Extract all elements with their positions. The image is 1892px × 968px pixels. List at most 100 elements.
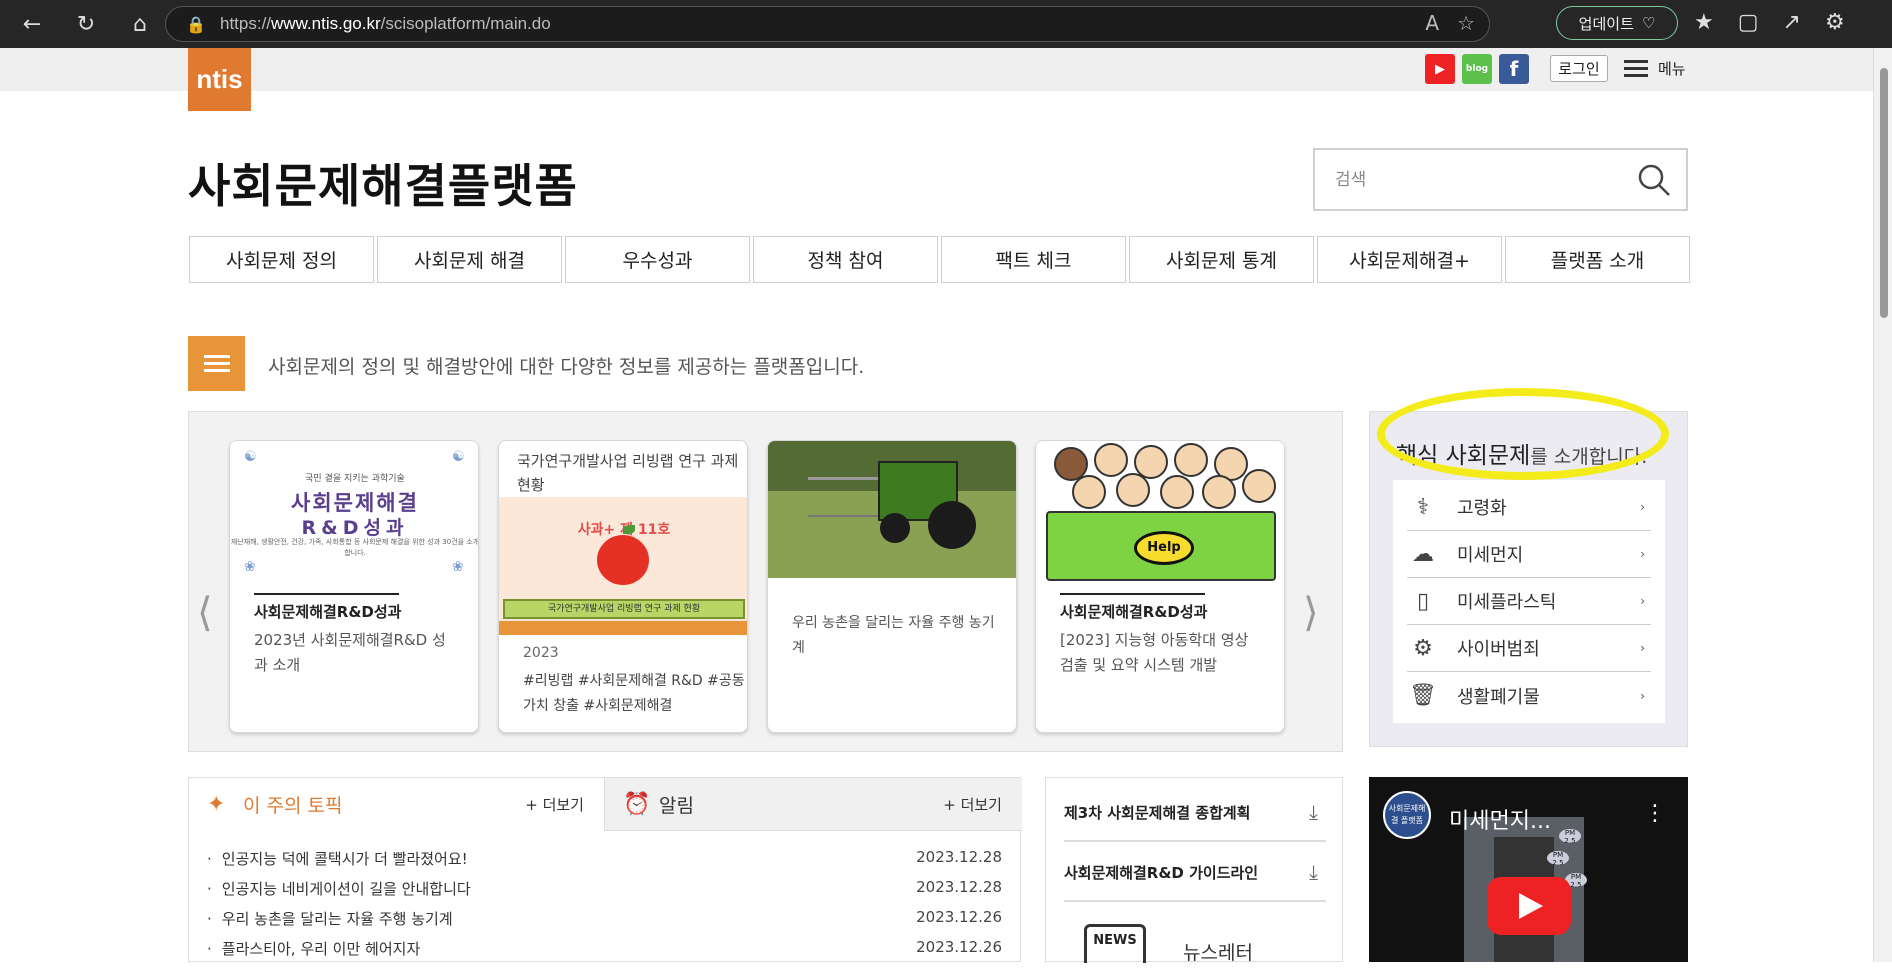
home-icon[interactable]: ⌂ (120, 4, 160, 44)
facebook-icon[interactable]: f (1499, 54, 1529, 84)
card-divider (1060, 593, 1205, 595)
tab-topics[interactable]: ✦ 이 주의 토픽 + 더보기 (189, 778, 604, 831)
play-button[interactable] (1487, 877, 1571, 935)
nav-item-factcheck[interactable]: 팩트 체크 (941, 236, 1126, 283)
menu-label: 메뉴 (1658, 60, 1686, 78)
update-button[interactable]: 업데이트 ♡ (1556, 6, 1678, 40)
pm-badge: PM 2.5 (1547, 851, 1569, 867)
youtube-icon[interactable]: ▶ (1425, 54, 1455, 84)
pm-badge: PM 2.5 (1559, 829, 1581, 845)
channel-avatar[interactable]: 사회문제해결 플랫폼 (1383, 791, 1431, 839)
chevron-right-icon[interactable]: ⟩ (1303, 590, 1319, 636)
menu-button[interactable]: 메뉴 (1624, 56, 1686, 81)
documents-panel: 제3차 사회문제해결 종합계획 ⤓ 사회문제해결R&D 가이드라인 ⤓ NEWS… (1045, 777, 1343, 965)
favorites-icon[interactable]: ★ (1694, 10, 1714, 35)
card-heading: 국가연구개발사업 리빙랩 연구 과제 현황 (517, 452, 739, 494)
sparkle-icon: ✦ (207, 792, 226, 817)
video-title[interactable]: 미세먼지... (1449, 803, 1551, 835)
more-vert-icon[interactable]: ⋮ (1644, 801, 1666, 826)
elderly-icon: ⚕ (1417, 494, 1429, 520)
list-item[interactable]: · 플라스티아, 우리 이만 헤어지자 2023.12.26 (207, 938, 1002, 968)
main-nav: 사회문제 정의 사회문제 해결 우수성과 정책 참여 팩트 체크 사회문제 통계… (189, 236, 1690, 283)
blog-icon[interactable]: blog (1462, 54, 1492, 84)
search-box[interactable] (1313, 148, 1688, 211)
dust-icon: ☁ (1412, 541, 1434, 567)
lock-icon[interactable]: 🔒 (186, 15, 208, 34)
share-icon[interactable]: ↗ (1783, 10, 1801, 35)
doc-link-guideline[interactable]: 사회문제해결R&D 가이드라인 ⤓ (1064, 844, 1326, 902)
intro-text: 사회문제의 정의 및 해결방안에 대한 다양한 정보를 제공하는 플랫폼입니다. (268, 356, 865, 378)
video-player[interactable]: PM 2.5 PM 2.5 PM 2.5 사회문제해결 플랫폼 미세먼지... … (1369, 777, 1688, 962)
search-icon[interactable] (1636, 162, 1672, 198)
list-item[interactable]: · 인공지능 네비게이션이 길을 안내합니다 2023.12.28 (207, 878, 1002, 908)
url-text[interactable]: https://www.ntis.go.kr/scisoplatform/mai… (220, 14, 551, 34)
thumb-bar: 국가연구개발사업 리빙랩 연구 과제 현황 (503, 599, 745, 619)
card-divider (254, 593, 399, 595)
tab-notices[interactable]: ⏰ 알림 + 더보기 (604, 778, 1022, 831)
site-title: 사회문제해결플랫폼 (188, 159, 578, 213)
thumb-line1: 국민 곁을 지키는 과학기술 (305, 474, 405, 484)
thumb-line4: 재난재해, 생활안전, 건강, 가족, 사회통합 등 사회문제 해결을 위한 성… (230, 538, 479, 557)
download-icon[interactable]: ⤓ (1309, 860, 1318, 884)
card-desc: 2023년 사회문제해결R&D 성과 소개 (254, 631, 446, 674)
deco-icon: ☯ (244, 449, 257, 465)
chevron-right-icon: › (1640, 594, 1645, 608)
thumb-line3: R&D성과 (301, 517, 409, 539)
deco-icon: ❀ (452, 559, 464, 575)
search-input[interactable] (1335, 169, 1635, 190)
extensions-icon[interactable]: ⚙ (1825, 10, 1845, 35)
newspaper-icon: NEWS (1084, 924, 1146, 963)
nav-item-solution-plus[interactable]: 사회문제해결+ (1317, 236, 1502, 283)
notices-more-link[interactable]: + 더보기 (943, 794, 1002, 815)
card-thumbnail: ☯ ☯ ❀ ❀ 국민 곁을 지키는 과학기술 사회문제해결 R&D성과 재난재해… (230, 441, 479, 591)
page-scrollbar[interactable] (1873, 48, 1892, 962)
download-icon[interactable]: ⤓ (1309, 800, 1318, 824)
favorite-star-icon[interactable]: ☆ (1457, 11, 1475, 35)
screenshot-icon[interactable]: ▢ (1738, 10, 1759, 35)
issue-item-microplastic[interactable]: ▯ 미세플라스틱 › (1407, 578, 1651, 625)
carousel-card[interactable]: 국가연구개발사업 리빙랩 연구 과제 현황 사과+ 제 11호 국가연구개발사업… (498, 440, 748, 733)
list-item[interactable]: · 우리 농촌을 달리는 자율 주행 농기계 2023.12.26 (207, 908, 1002, 938)
chevron-right-icon: › (1640, 547, 1645, 561)
back-icon[interactable]: ← (12, 4, 52, 44)
nav-item-about[interactable]: 플랫폼 소개 (1505, 236, 1690, 283)
list-item[interactable]: · 인공지능 덕에 콜택시가 더 빨라졌어요! 2023.12.28 (207, 848, 1002, 878)
chevron-left-icon[interactable]: ⟨ (197, 590, 213, 636)
issue-item-fine-dust[interactable]: ☁ 미세먼지 › (1407, 531, 1651, 578)
nav-item-policy[interactable]: 정책 참여 (753, 236, 938, 283)
carousel-card[interactable]: Help 사회문제해결R&D성과 [2023] 지능형 아동학대 영상 검출 및… (1035, 440, 1285, 733)
issue-item-aging[interactable]: ⚕ 고령화 › (1407, 484, 1651, 531)
ntis-logo[interactable]: ntis (188, 48, 251, 111)
card-desc: 우리 농촌을 달리는 자율 주행 농기계 (792, 615, 995, 656)
chevron-right-icon: › (1640, 641, 1645, 655)
address-bar[interactable]: 🔒 https://www.ntis.go.kr/scisoplatform/m… (165, 6, 1490, 42)
carousel-card[interactable]: 우리 농촌을 달리는 자율 주행 농기계 (767, 440, 1017, 733)
doc-link-plan[interactable]: 제3차 사회문제해결 종합계획 ⤓ (1064, 784, 1326, 842)
read-aloud-icon[interactable]: A (1425, 11, 1439, 35)
help-badge: Help (1134, 531, 1194, 565)
tractor-photo (768, 441, 1016, 578)
card-category: 사회문제해결R&D성과 (1060, 603, 1208, 621)
leaf-icon (623, 525, 635, 534)
refresh-icon[interactable]: ↻ (66, 4, 106, 44)
card-category: 사회문제해결R&D성과 (254, 603, 402, 621)
card-year: 2023 (523, 645, 559, 661)
issue-item-cybercrime[interactable]: ⚙ 사이버범죄 › (1407, 625, 1651, 672)
top-utility-bar (0, 48, 1892, 91)
nav-item-solution[interactable]: 사회문제 해결 (377, 236, 562, 283)
carousel-card[interactable]: ☯ ☯ ❀ ❀ 국민 곁을 지키는 과학기술 사회문제해결 R&D성과 재난재해… (229, 440, 479, 733)
topics-more-link[interactable]: + 더보기 (525, 794, 584, 815)
chevron-right-icon: › (1640, 688, 1645, 703)
nav-item-achievements[interactable]: 우수성과 (565, 236, 750, 283)
nav-item-statistics[interactable]: 사회문제 통계 (1129, 236, 1314, 283)
card-thumbnail: 사과+ 제 11호 국가연구개발사업 리빙랩 연구 과제 현황 (499, 497, 747, 635)
nav-item-definition[interactable]: 사회문제 정의 (189, 236, 374, 283)
hacker-icon: ⚙ (1413, 635, 1433, 661)
issue-item-waste[interactable]: 🗑 생활폐기물 › (1407, 672, 1651, 719)
topic-notice-panel: ✦ 이 주의 토픽 + 더보기 ⏰ 알림 + 더보기 · 인공지능 덕에 콜택시가… (188, 777, 1022, 962)
card-tags: #리빙랩 #사회문제해결 R&D #공동가치 창출 #사회문제해결 (523, 673, 745, 714)
login-button[interactable]: 로그인 (1550, 55, 1608, 82)
deco-icon: ❀ (244, 559, 256, 575)
newsletter-link[interactable]: 뉴스레터 (1183, 938, 1253, 965)
alarm-clock-icon: ⏰ (623, 792, 651, 817)
